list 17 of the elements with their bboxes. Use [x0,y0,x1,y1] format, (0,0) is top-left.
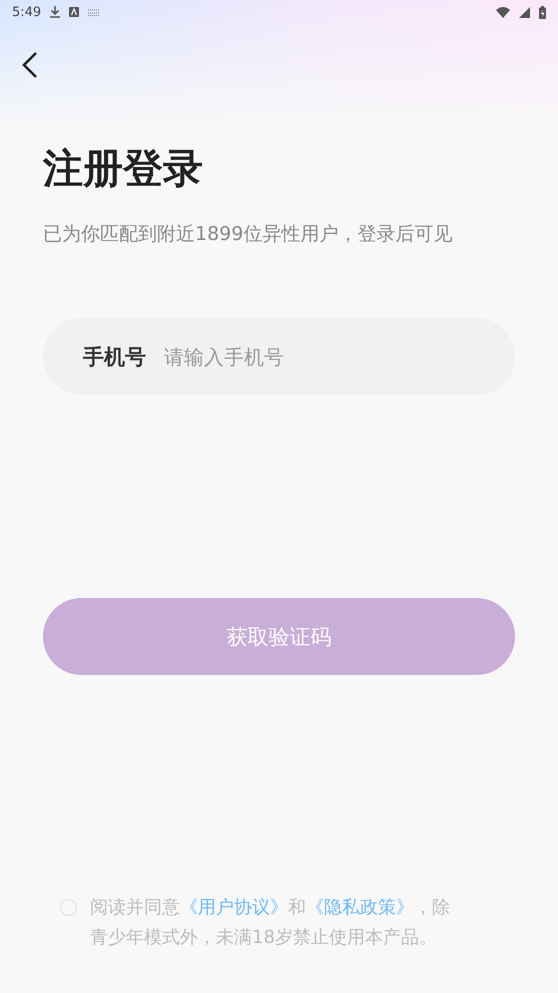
agreement-link[interactable]: 《隐私政策》 [306,897,414,918]
subtitle: 已为你匹配到附近1899位异性用户，登录后可见 [43,222,454,247]
page-title: 注册登录 [43,145,204,194]
keyboard-icon [88,8,100,16]
battery-icon [539,6,546,18]
phone-field[interactable]: 手机号 请输入手机号 [43,318,515,395]
status-time: 5:49 [12,4,42,20]
wifi-icon [496,6,510,18]
phone-input-field[interactable]: 请输入手机号 [162,344,515,370]
app-notification-icon [69,7,80,17]
agreement-text: 阅读并同意《用户协议》和《隐私政策》，除青少年模式外，未满18岁禁止使用本产品。 [90,896,451,950]
download-icon [50,6,60,18]
field-label: 手机号 [83,344,146,370]
signal-icon [519,6,530,18]
agreement-link[interactable]: 《用户协议》 [180,897,288,918]
back-icon[interactable] [22,52,38,78]
agreement-radio[interactable] [60,899,77,916]
